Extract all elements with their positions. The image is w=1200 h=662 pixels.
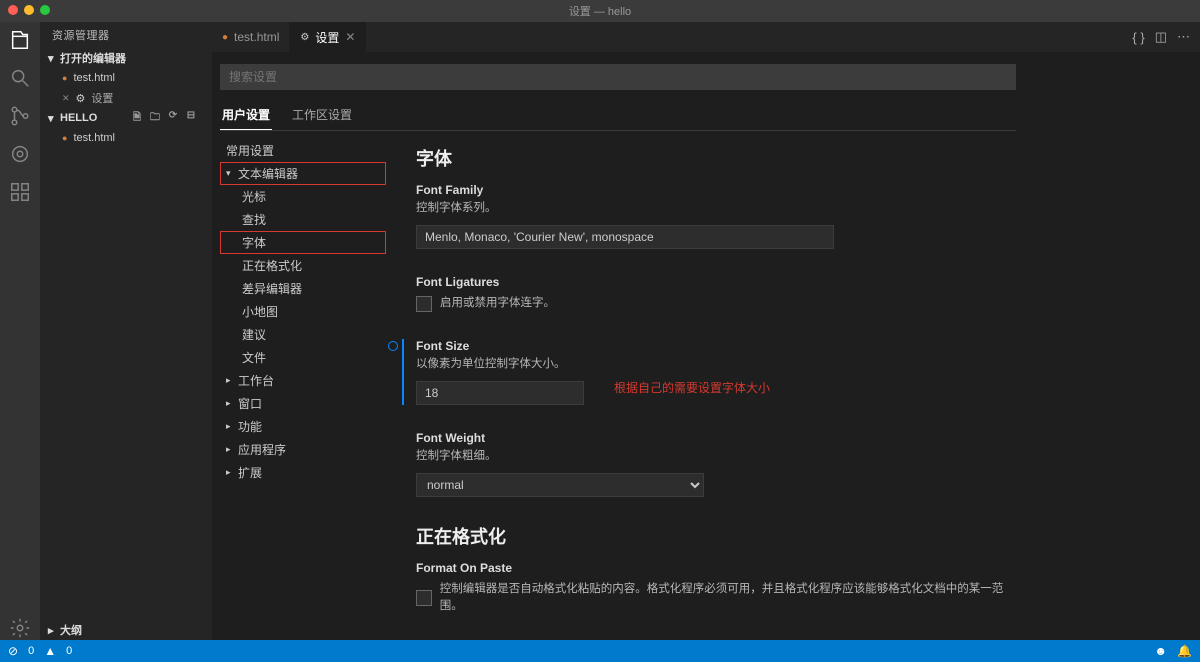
- toc-item[interactable]: 常用设置: [220, 139, 386, 162]
- open-editor-item[interactable]: ✕⚙设置: [40, 88, 212, 108]
- font-weight-select[interactable]: normal: [416, 473, 704, 497]
- toc-item[interactable]: ▸窗口: [220, 392, 386, 415]
- setting-description: 启用或禁用字体连字。: [440, 295, 555, 312]
- setting-font-family: Font Family 控制字体系列。: [416, 183, 1016, 249]
- settings-toc: 常用设置 ▾文本编辑器 光标 查找 字体 正在格式化 差异编辑器 小地图 建议 …: [212, 137, 386, 640]
- close-icon[interactable]: ✕: [345, 30, 355, 44]
- chevron-right-icon: ▸: [226, 467, 234, 478]
- setting-font-weight: Font Weight 控制字体粗细。 normal: [416, 431, 1016, 497]
- setting-description: 以像素为单位控制字体大小。: [416, 356, 1002, 373]
- setting-font-ligatures: Font Ligatures 启用或禁用字体连字。: [416, 275, 1016, 312]
- font-size-input[interactable]: [416, 381, 584, 405]
- status-feedback-icon[interactable]: ☻: [1154, 644, 1167, 658]
- chevron-right-icon: ▸: [226, 444, 234, 455]
- chevron-right-icon: ▸: [48, 624, 56, 637]
- toc-item[interactable]: ▸功能: [220, 415, 386, 438]
- font-family-input[interactable]: [416, 225, 834, 249]
- toc-item[interactable]: 文件: [220, 346, 386, 369]
- toc-item[interactable]: 小地图: [220, 300, 386, 323]
- font-ligatures-checkbox[interactable]: [416, 296, 432, 312]
- status-bar: ⊘ 0 ▲ 0 ☻ 🔔: [0, 640, 1200, 662]
- traffic-zoom-icon[interactable]: [40, 5, 50, 15]
- scope-tab-workspace[interactable]: 工作区设置: [290, 102, 354, 130]
- search-icon[interactable]: [8, 66, 32, 90]
- gear-icon: ⚙: [300, 32, 309, 43]
- chevron-right-icon: ▸: [226, 421, 234, 432]
- setting-font-size: Font Size 以像素为单位控制字体大小。 根据自己的需要设置字体大小: [402, 339, 1002, 405]
- open-json-icon[interactable]: { }: [1132, 30, 1144, 45]
- setting-description: 控制字体粗细。: [416, 448, 1016, 465]
- file-dirty-icon: ●: [62, 73, 67, 83]
- status-errors-icon[interactable]: ⊘: [8, 644, 18, 658]
- chevron-down-icon: ▾: [226, 168, 234, 179]
- toc-item[interactable]: ▸应用程序: [220, 438, 386, 461]
- status-warnings-count[interactable]: 0: [66, 645, 72, 657]
- group-title-font: 字体: [416, 145, 1114, 171]
- toc-item[interactable]: 建议: [220, 323, 386, 346]
- setting-label: Font Weight: [416, 431, 1016, 445]
- explorer-title: 资源管理器: [40, 22, 212, 48]
- settings-list: 字体 Font Family 控制字体系列。 Font Ligatures 启用…: [386, 137, 1114, 640]
- open-editor-item[interactable]: ●test.html: [40, 68, 212, 88]
- setting-label: Font Size: [416, 339, 1002, 353]
- refresh-icon[interactable]: ⟳: [166, 110, 180, 127]
- window-titlebar: 设置 — hello: [0, 0, 1200, 22]
- setting-description: 控制编辑器是否自动格式化粘贴的内容。格式化程序必须可用，并且格式化程序应该能够格…: [440, 581, 1016, 616]
- chevron-down-icon: ▾: [48, 112, 56, 125]
- traffic-minimize-icon[interactable]: [24, 5, 34, 15]
- split-editor-icon[interactable]: ◫: [1155, 29, 1167, 45]
- open-editors-section[interactable]: ▾打开的编辑器: [40, 48, 212, 68]
- window-title: 设置 — hello: [569, 3, 631, 19]
- traffic-close-icon[interactable]: [8, 5, 18, 15]
- format-on-paste-checkbox[interactable]: [416, 590, 432, 606]
- editor-tabs: ●test.html ⚙设置✕ { } ◫ ⋯: [212, 22, 1200, 52]
- tab-settings[interactable]: ⚙设置✕: [290, 22, 366, 52]
- traffic-lights: [8, 5, 50, 15]
- html-file-icon: ●: [62, 133, 67, 143]
- settings-search-input[interactable]: [220, 64, 1016, 90]
- more-actions-icon[interactable]: ⋯: [1177, 29, 1190, 45]
- toc-item[interactable]: 查找: [220, 208, 386, 231]
- setting-description: 控制字体系列。: [416, 200, 1016, 217]
- new-folder-icon[interactable]: 🗀: [148, 110, 162, 127]
- chevron-right-icon: ▸: [226, 375, 234, 386]
- toc-item[interactable]: ▾文本编辑器: [220, 162, 386, 185]
- status-warnings-icon[interactable]: ▲: [44, 644, 56, 658]
- annotation-text: 根据自己的需要设置字体大小: [614, 379, 770, 396]
- source-control-icon[interactable]: [8, 104, 32, 128]
- status-errors-count[interactable]: 0: [28, 645, 34, 657]
- editor-area: ●test.html ⚙设置✕ { } ◫ ⋯ 用户设置 工作区设置 常用设置: [212, 22, 1200, 640]
- new-file-icon[interactable]: 🗎: [130, 110, 144, 127]
- setting-label: Font Ligatures: [416, 275, 1016, 289]
- extensions-icon[interactable]: [8, 180, 32, 204]
- close-icon: ✕: [62, 93, 70, 104]
- settings-gear-icon[interactable]: [8, 616, 32, 640]
- toc-item[interactable]: 光标: [220, 185, 386, 208]
- workspace-section[interactable]: ▾HELLO 🗎 🗀 ⟳ ⊟: [40, 108, 212, 128]
- group-title-formatting: 正在格式化: [416, 523, 1114, 549]
- chevron-down-icon: ▾: [48, 52, 56, 65]
- status-notification-icon[interactable]: 🔔: [1177, 644, 1192, 658]
- collapse-icon[interactable]: ⊟: [184, 110, 198, 127]
- setting-label: Format On Paste: [416, 561, 1016, 575]
- tab-test-html[interactable]: ●test.html: [212, 22, 290, 52]
- gear-icon: ⚙: [76, 92, 86, 105]
- toc-item[interactable]: ▸扩展: [220, 461, 386, 484]
- toc-item[interactable]: 正在格式化: [220, 254, 386, 277]
- debug-icon[interactable]: [8, 142, 32, 166]
- scope-tab-user[interactable]: 用户设置: [220, 102, 272, 130]
- toc-item[interactable]: 差异编辑器: [220, 277, 386, 300]
- outline-section[interactable]: ▸大纲: [40, 620, 212, 640]
- file-item[interactable]: ●test.html: [40, 128, 212, 148]
- activity-bar: [0, 22, 40, 640]
- toc-item[interactable]: 字体: [220, 231, 386, 254]
- explorer-icon[interactable]: [8, 28, 32, 52]
- setting-format-on-paste: Format On Paste 控制编辑器是否自动格式化粘贴的内容。格式化程序必…: [416, 561, 1016, 616]
- explorer-sidebar: 资源管理器 ▾打开的编辑器 ●test.html ✕⚙设置 ▾HELLO 🗎 🗀…: [40, 22, 212, 640]
- chevron-right-icon: ▸: [226, 398, 234, 409]
- html-file-icon: ●: [222, 32, 228, 43]
- setting-label: Font Family: [416, 183, 1016, 197]
- toc-item[interactable]: ▸工作台: [220, 369, 386, 392]
